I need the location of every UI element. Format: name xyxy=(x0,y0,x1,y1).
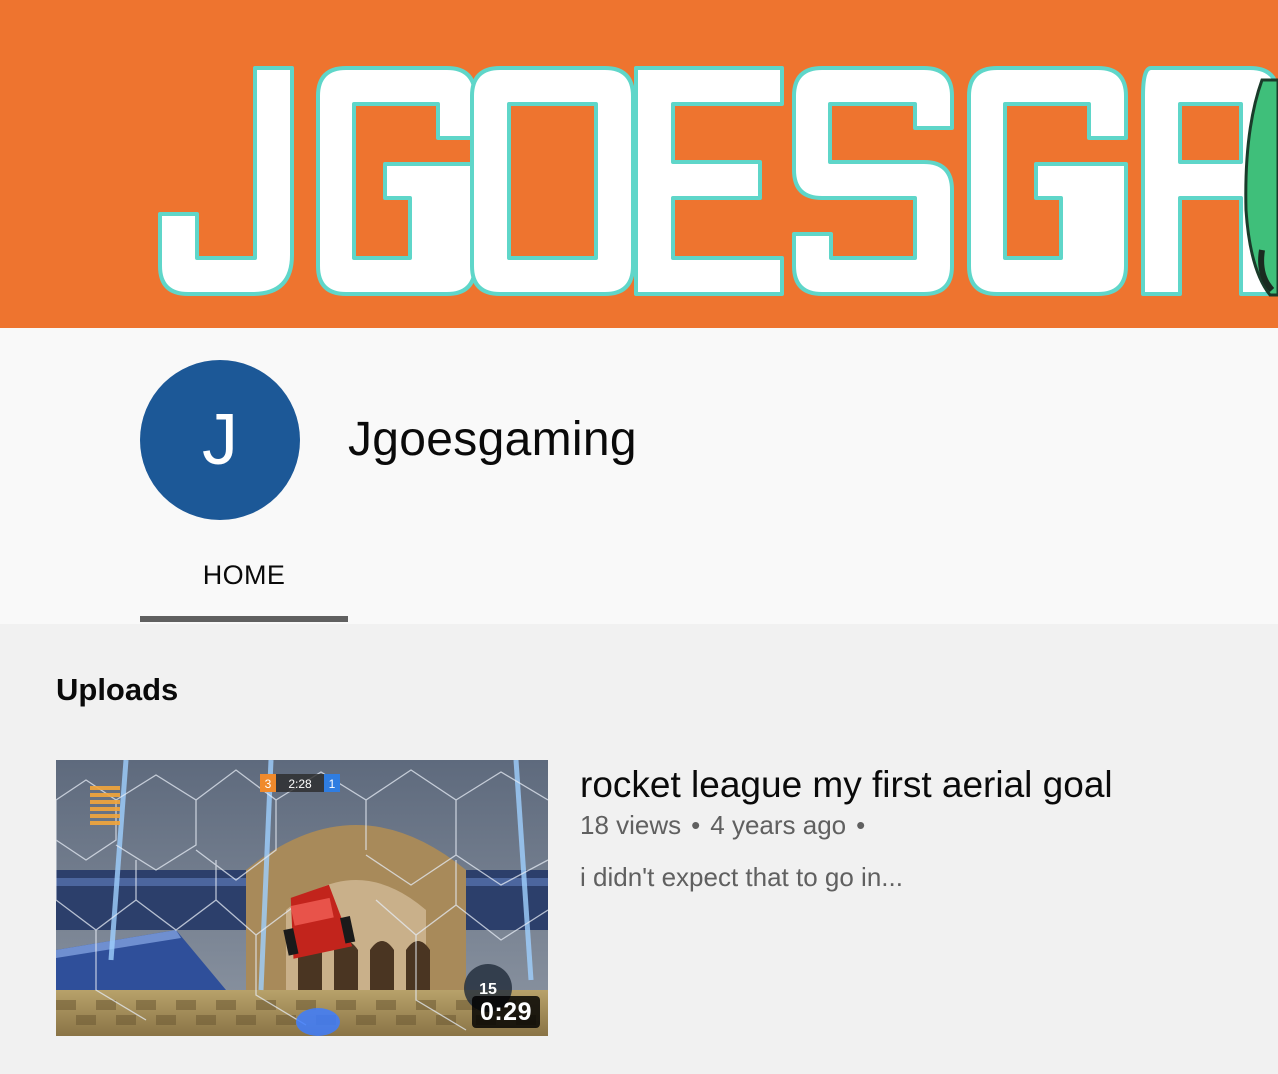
video-views: 18 views xyxy=(580,810,682,840)
video-item: 3 2:28 1 15 0:29 rocket league my first … xyxy=(56,760,1236,1036)
meta-separator: • xyxy=(856,810,866,840)
hud-score-left: 3 xyxy=(265,777,272,791)
video-thumbnail[interactable]: 3 2:28 1 15 0:29 xyxy=(56,760,548,1036)
channel-banner xyxy=(0,0,1278,328)
channel-avatar[interactable]: J xyxy=(140,360,300,520)
channel-name: Jgoesgaming xyxy=(348,413,637,466)
video-description: i didn't expect that to go in... xyxy=(580,862,903,892)
tab-home-label: HOME xyxy=(202,560,286,590)
meta-separator: • xyxy=(691,810,701,840)
video-age: 4 years ago xyxy=(710,810,847,840)
banner-art xyxy=(158,66,1278,297)
channel-header: J Jgoesgaming HOME xyxy=(0,328,1278,624)
video-metadata: 18 views • 4 years ago • xyxy=(580,808,875,842)
hud-time: 2:28 xyxy=(288,777,312,791)
tab-home[interactable]: HOME xyxy=(140,550,348,622)
section-title-uploads: Uploads xyxy=(56,672,179,707)
video-title[interactable]: rocket league my first aerial goal xyxy=(580,762,1113,808)
tab-active-indicator xyxy=(140,616,348,622)
thumbnail-image: 3 2:28 1 15 xyxy=(56,760,548,1036)
video-duration-badge: 0:29 xyxy=(471,996,540,1028)
hud-score-right: 1 xyxy=(329,777,336,791)
